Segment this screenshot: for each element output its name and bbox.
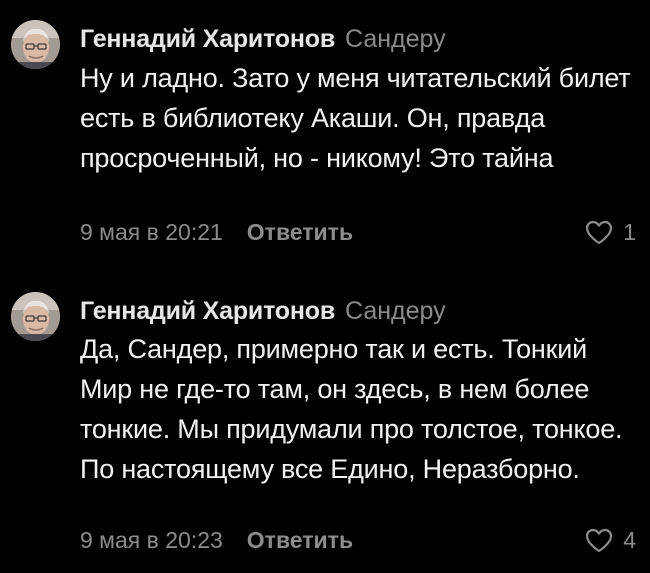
comment-text: Ну и ладно. Зато у меня читательский бил… [80,63,631,173]
avatar[interactable] [11,20,60,69]
like-button[interactable]: 4 [585,525,636,555]
like-button[interactable]: 1 [585,217,636,247]
avatar-photo [11,20,60,69]
comments-feed: Геннадий Харитонов Сандеру Ну и ладно. За… [0,0,650,573]
timestamp: 9 мая в 20:23 [80,527,223,553]
author-name[interactable]: Геннадий Харитонов [80,25,335,53]
avatar[interactable] [11,292,60,341]
comment-header: Геннадий Харитонов Сандеру [80,22,446,56]
timestamp: 9 мая в 20:21 [80,219,223,245]
comment-meta: 9 мая в 20:21 Ответить [80,217,353,247]
avatar-photo [11,292,60,341]
like-count: 1 [623,218,636,245]
like-count: 4 [623,526,636,553]
reply-button[interactable]: Ответить [247,527,353,553]
comment-meta: 9 мая в 20:23 Ответить [80,525,353,555]
heart-outline-icon [586,220,613,244]
comment-text: Да, Сандер, примерно так и есть. Тонкий … [80,334,623,484]
author-name[interactable]: Геннадий Харитонов [80,297,335,325]
reply-to-name[interactable]: Сандеру [345,297,446,325]
comment-header: Геннадий Харитонов Сандеру [80,294,446,328]
reply-button[interactable]: Ответить [247,219,353,245]
heart-outline-icon [586,528,613,552]
reply-to-name[interactable]: Сандеру [345,25,446,53]
